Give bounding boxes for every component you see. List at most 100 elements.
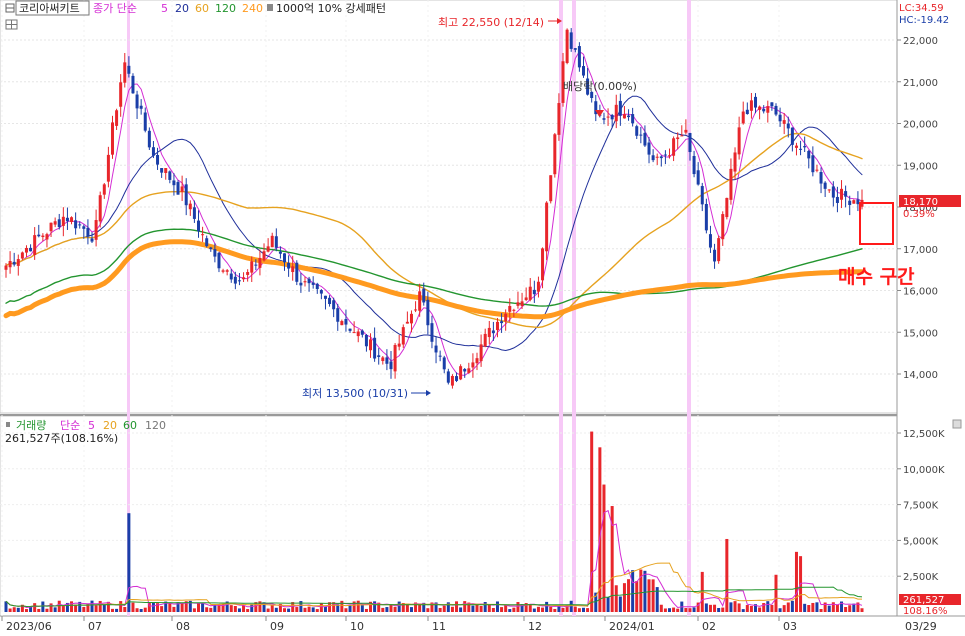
candle-body	[20, 252, 24, 259]
pattern-label: 1000억 10% 강세패턴	[276, 2, 386, 15]
candle-body	[647, 142, 651, 155]
candle-body	[110, 122, 114, 155]
x-axis-label: 03	[783, 620, 797, 633]
volume-bar	[618, 596, 622, 612]
volume-bar	[311, 607, 315, 612]
candle-body	[463, 369, 467, 372]
volume-bar	[643, 570, 647, 612]
candle-body	[221, 270, 225, 272]
volume-bar	[729, 602, 733, 612]
candle-body	[225, 270, 229, 272]
ma-60-label: 60	[195, 2, 209, 15]
candle-body	[434, 345, 438, 353]
candle-body	[844, 191, 848, 197]
volume-ma-label: 단순	[60, 419, 80, 432]
candle-body	[16, 259, 20, 266]
candle-body	[524, 297, 528, 301]
volume-bar	[360, 605, 364, 612]
chart-canvas[interactable]: 22,00021,00020,00019,00018,00017,00016,0…	[0, 0, 965, 633]
volume-bar	[160, 606, 164, 612]
candle-body	[270, 235, 274, 248]
candle-body	[819, 171, 823, 184]
candle-body	[602, 118, 606, 120]
x-axis-labels: 2023/06 07 08 09 10 11 12 2024/01 02 03 03/29	[1, 616, 937, 633]
volume-bar	[545, 601, 549, 612]
candle-body	[65, 217, 69, 222]
volume-bar	[57, 600, 61, 612]
x-axis-label: 02	[702, 620, 716, 633]
volume-bar	[860, 608, 864, 612]
volume-bar	[647, 579, 651, 612]
volume-bar	[131, 602, 135, 612]
volume-bar	[516, 602, 520, 612]
candle-body	[385, 357, 389, 364]
candle-body	[426, 299, 430, 326]
ma-120-label: 120	[215, 2, 236, 15]
candle-body	[708, 234, 712, 248]
volume-bar	[807, 605, 811, 612]
volume-bar	[495, 601, 499, 612]
candle-body	[196, 220, 200, 232]
volume-bar	[16, 607, 20, 612]
x-axis-label: 12	[528, 620, 542, 633]
volume-bar	[627, 579, 631, 612]
volume-bar	[98, 600, 102, 612]
candle-body	[467, 368, 471, 373]
candle-body	[610, 114, 614, 120]
candle-body	[160, 168, 164, 173]
volume-bar	[737, 603, 741, 612]
volume-bar	[782, 605, 786, 612]
candle-body	[532, 289, 536, 295]
candle-body	[774, 105, 778, 115]
candle-body	[262, 251, 266, 261]
candle-body	[291, 266, 295, 273]
candle-body	[119, 82, 123, 107]
candle-body	[393, 344, 397, 372]
candle-body	[553, 134, 557, 175]
candle-body	[168, 171, 172, 180]
volume-bar	[139, 608, 143, 612]
candle-body	[852, 200, 856, 204]
volume-bar	[532, 608, 536, 612]
volume-bar	[512, 607, 516, 612]
volume-bar	[774, 574, 778, 612]
candle-body	[516, 302, 520, 306]
candle-body	[639, 134, 643, 136]
volume-bar	[274, 607, 278, 612]
volume-bar	[455, 601, 459, 612]
pattern-marker-icon	[267, 4, 273, 11]
candle-body	[29, 247, 33, 252]
volume-menu-icon[interactable]	[6, 422, 10, 427]
candle-body	[581, 66, 585, 76]
panel-resize-handle[interactable]	[952, 419, 962, 429]
candle-body	[61, 216, 65, 226]
volume-bar	[119, 601, 123, 612]
volume-bar	[790, 600, 794, 612]
volume-bar	[307, 606, 311, 612]
candle-body	[176, 182, 180, 195]
volume-bar	[127, 513, 131, 612]
candle-body	[745, 109, 749, 115]
price-tick-label: 20,000	[903, 120, 938, 131]
volume-bar	[586, 608, 590, 612]
candle-body	[815, 169, 819, 171]
candle-body	[700, 186, 704, 205]
volume-panel[interactable]	[0, 415, 898, 617]
volume-bar	[794, 551, 798, 612]
volume-bar	[49, 603, 53, 612]
candle-body	[115, 110, 119, 126]
candle-body	[651, 155, 655, 161]
volume-bar	[373, 601, 377, 612]
volume-bar	[209, 607, 213, 612]
candle-body	[172, 180, 176, 186]
volume-bar	[70, 601, 74, 612]
x-axis-label: 10	[350, 620, 364, 633]
candle-body	[799, 148, 803, 150]
volume-bar	[196, 602, 200, 612]
volume-bar	[364, 608, 368, 612]
candle-body	[684, 129, 688, 133]
volume-bar	[283, 608, 287, 612]
volume-bar	[741, 609, 745, 612]
candle-body	[389, 361, 393, 370]
ex-rights-annotation: 배당락(0.00%)	[563, 80, 637, 93]
